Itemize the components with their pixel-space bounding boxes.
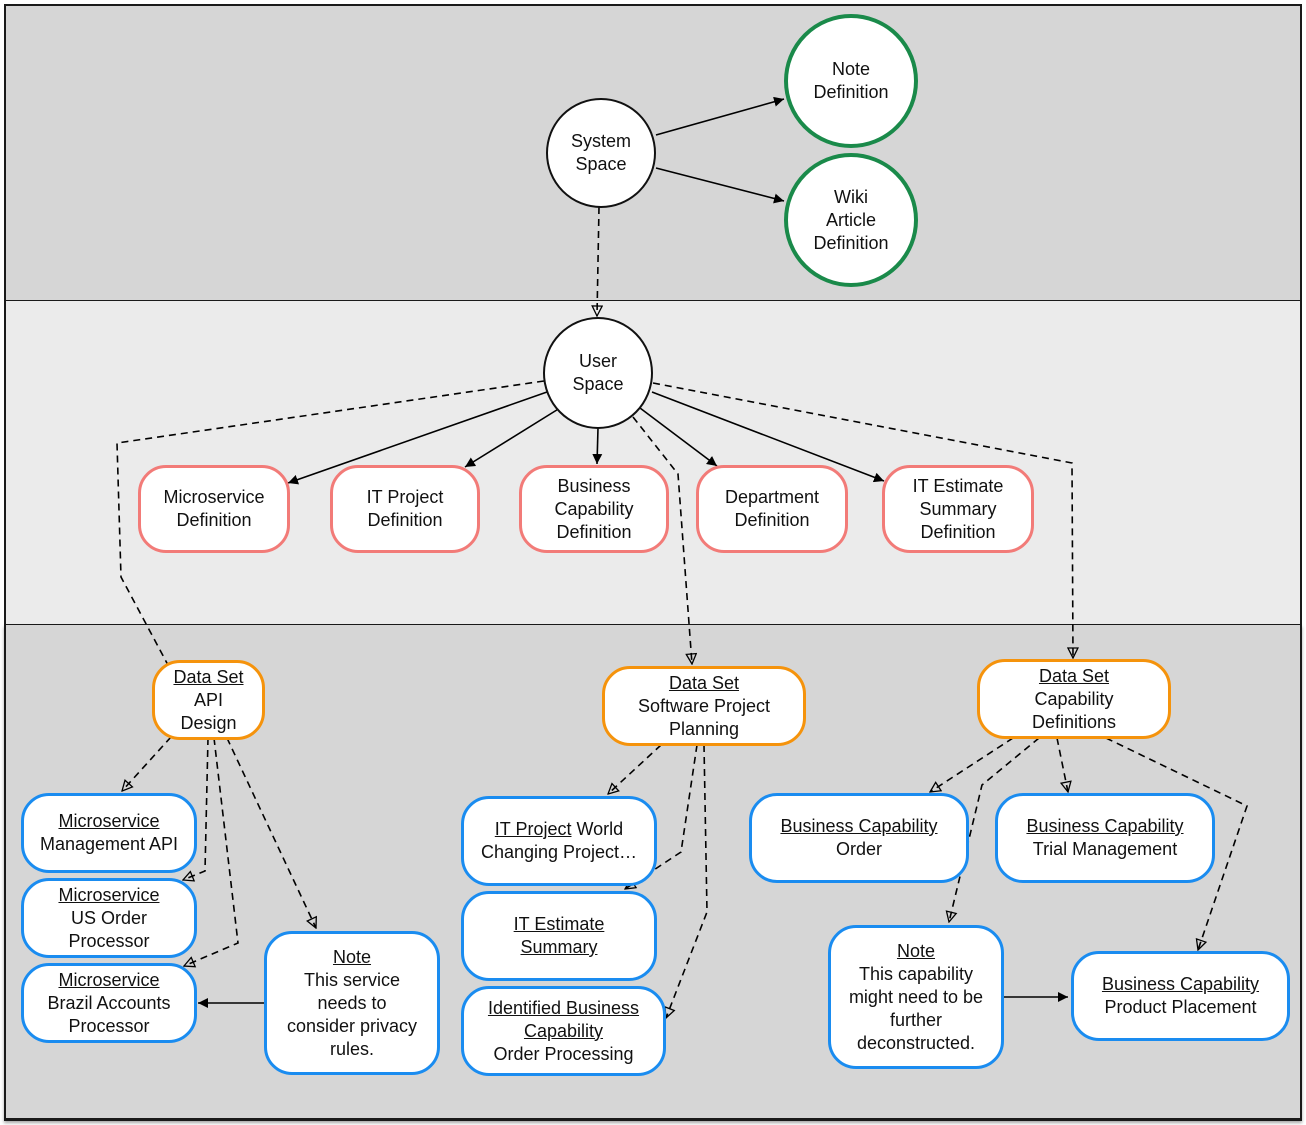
- node-label: Definition: [813, 232, 889, 253]
- node-type-link[interactable]: Microservice: [58, 969, 159, 992]
- node-label: Management API: [39, 834, 179, 854]
- microservice-brazil-accounts-processor-node[interactable]: Microservice Brazil Accounts Processor: [21, 963, 197, 1043]
- microservice-management-api-node[interactable]: Microservice Management API: [21, 793, 197, 873]
- node-label: Summary: [919, 498, 997, 519]
- node-type-link[interactable]: Business Capability: [780, 815, 937, 838]
- node-type-link[interactable]: Microservice: [58, 810, 159, 833]
- node-label: Changing Project…: [480, 842, 638, 862]
- node-label: Capability: [554, 498, 634, 519]
- data-set-software-project-planning-node[interactable]: Data Set Software Project Planning: [602, 666, 806, 746]
- node-type-link[interactable]: Microservice: [58, 884, 159, 907]
- node-label: Space: [572, 374, 624, 394]
- node-label: Article: [825, 209, 876, 230]
- user-space-node[interactable]: User Space: [543, 317, 653, 429]
- node-label: User: [578, 351, 617, 371]
- node-label: Planning: [668, 718, 740, 739]
- node-type-link[interactable]: Data Set: [1039, 665, 1109, 688]
- it-estimate-summary-definition-node[interactable]: IT Estimate Summary Definition: [882, 465, 1034, 553]
- node-label: This service: [303, 969, 401, 990]
- node-label: Wiki: [834, 186, 868, 207]
- node-label: Processor: [68, 930, 150, 951]
- node-label: System: [570, 131, 631, 151]
- node-label: consider privacy: [286, 1015, 418, 1036]
- it-estimate-summary-node[interactable]: IT Estimate Summary: [461, 891, 657, 981]
- node-type-link[interactable]: Identified Business: [488, 997, 639, 1020]
- it-project-definition-node[interactable]: IT Project Definition: [330, 465, 480, 553]
- node-label: Note: [831, 59, 871, 79]
- node-label: Microservice: [163, 487, 265, 507]
- node-label: rules.: [329, 1038, 374, 1059]
- node-label: Software Project: [637, 695, 771, 716]
- business-capability-product-placement-node[interactable]: Business Capability Product Placement: [1071, 951, 1290, 1041]
- node-label: needs to: [317, 992, 387, 1013]
- business-capability-order-node[interactable]: Business Capability Order: [749, 793, 969, 883]
- node-label: deconstructed.: [856, 1032, 976, 1053]
- node-label: Trial Management: [1032, 839, 1178, 859]
- business-capability-trial-management-node[interactable]: Business Capability Trial Management: [995, 793, 1215, 883]
- microservice-us-order-processor-node[interactable]: Microservice US Order Processor: [21, 878, 197, 958]
- user-space-band: [4, 301, 1302, 626]
- node-label: Brazil Accounts: [47, 992, 171, 1013]
- node-type-link[interactable]: Note: [897, 940, 935, 963]
- node-label: US Order: [70, 907, 148, 928]
- node-type-link[interactable]: Business Capability: [1102, 973, 1259, 996]
- node-type-link[interactable]: Capability: [524, 1020, 603, 1043]
- node-type-link[interactable]: IT Project: [495, 819, 572, 839]
- node-type-link[interactable]: Business Capability: [1026, 815, 1183, 838]
- note-privacy-node[interactable]: Note This service needs to consider priv…: [264, 931, 440, 1075]
- node-type-link[interactable]: IT Estimate: [514, 913, 605, 936]
- node-label: might need to be: [848, 986, 984, 1007]
- node-label: Department: [724, 487, 820, 507]
- system-space-node[interactable]: System Space: [546, 98, 656, 208]
- business-capability-definition-node[interactable]: Business Capability Definition: [519, 465, 669, 553]
- node-label: World: [571, 819, 624, 839]
- node-label: Product Placement: [1104, 997, 1257, 1017]
- node-label: API: [193, 689, 223, 710]
- node-type-link[interactable]: Note: [333, 946, 371, 969]
- note-capability-deconstruct-node[interactable]: Note This capability might need to be fu…: [828, 925, 1004, 1069]
- node-label: IT Project: [366, 487, 444, 507]
- node-label: further: [889, 1009, 943, 1030]
- node-label: Definition: [367, 510, 443, 530]
- note-definition-node[interactable]: Note Definition: [784, 14, 918, 148]
- node-label: IT Estimate: [912, 475, 1004, 496]
- node-label: Processor: [68, 1015, 150, 1036]
- it-project-world-changing-node[interactable]: IT Project World Changing Project…: [461, 796, 657, 886]
- node-label: Space: [575, 154, 627, 174]
- node-label: Business: [557, 475, 631, 496]
- node-label: Definition: [920, 521, 996, 542]
- node-type-link[interactable]: Data Set: [173, 666, 243, 689]
- node-label: Definition: [734, 510, 810, 530]
- microservice-definition-node[interactable]: Microservice Definition: [138, 465, 290, 553]
- wiki-article-definition-node[interactable]: Wiki Article Definition: [784, 153, 918, 287]
- node-label: Definition: [813, 82, 889, 102]
- node-label: Design: [180, 712, 237, 733]
- node-type-link[interactable]: Data Set: [669, 672, 739, 695]
- node-label: Definition: [176, 510, 252, 530]
- data-set-api-design-node[interactable]: Data Set API Design: [152, 660, 265, 740]
- node-label: Definition: [556, 521, 632, 542]
- node-type-link[interactable]: Summary: [520, 936, 597, 959]
- node-label: This capability: [858, 963, 974, 984]
- node-label: Capability: [1034, 688, 1114, 709]
- node-label: Definitions: [1031, 711, 1117, 732]
- node-label: Order Processing: [493, 1043, 634, 1064]
- node-label: Order: [835, 839, 882, 859]
- department-definition-node[interactable]: Department Definition: [696, 465, 848, 553]
- data-set-capability-definitions-node[interactable]: Data Set Capability Definitions: [977, 659, 1171, 739]
- identified-business-capability-order-processing-node[interactable]: Identified Business Capability Order Pro…: [461, 986, 666, 1076]
